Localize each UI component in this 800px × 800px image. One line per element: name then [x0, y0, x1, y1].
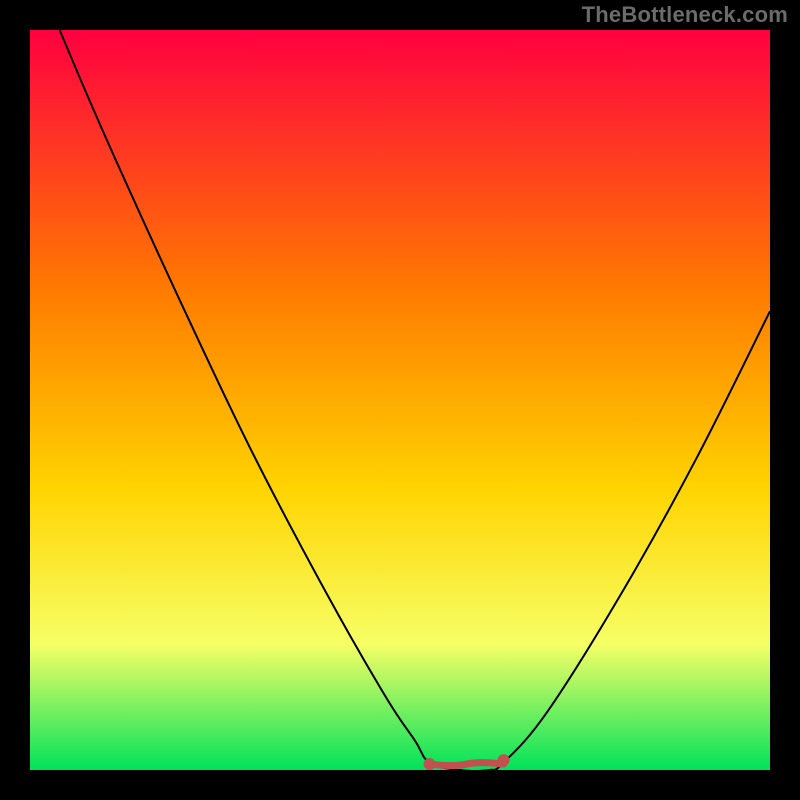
floor-end-dot — [498, 754, 510, 766]
bottleneck-chart — [0, 0, 800, 800]
chart-frame: TheBottleneck.com — [0, 0, 800, 800]
floor-start-dot — [424, 758, 436, 770]
floor-highlight — [430, 763, 504, 766]
plot-background — [30, 30, 770, 770]
